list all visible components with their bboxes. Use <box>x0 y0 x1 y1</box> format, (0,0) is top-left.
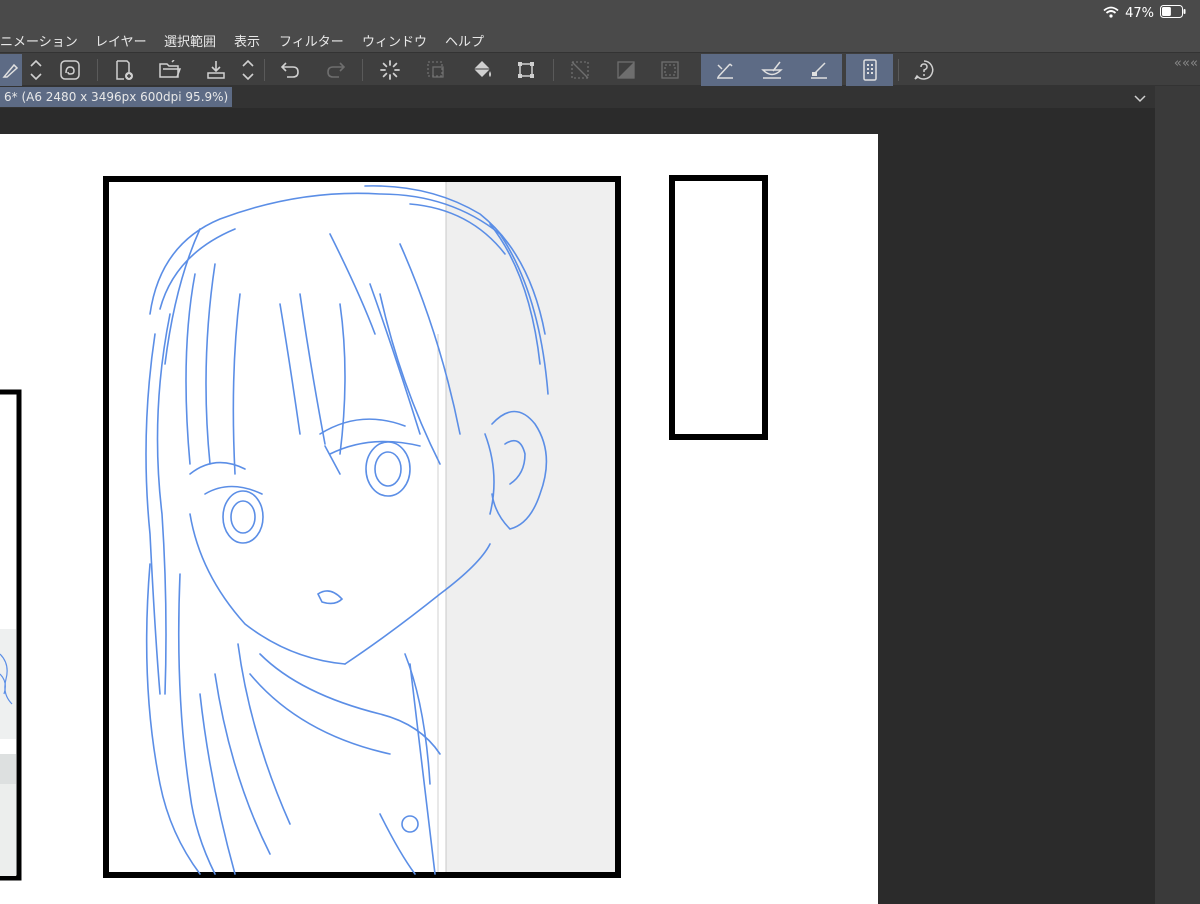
command-bar <box>0 52 1200 86</box>
tone-area-icon[interactable] <box>608 54 644 86</box>
menu-animation[interactable]: ニメーション <box>0 31 78 50</box>
transform-icon[interactable] <box>508 54 544 86</box>
menu-window[interactable]: ウィンドウ <box>362 31 427 50</box>
loading-spinner-icon[interactable] <box>372 54 408 86</box>
pen-tool-icon[interactable] <box>701 54 748 86</box>
left-partial-panel <box>0 389 22 881</box>
updown-icon[interactable] <box>26 54 46 86</box>
save-download-icon[interactable] <box>198 54 234 86</box>
battery-icon <box>1160 5 1186 22</box>
manga-page <box>0 134 878 904</box>
new-page-icon[interactable] <box>106 54 142 86</box>
manga-page-art <box>0 175 768 881</box>
open-folder-icon[interactable] <box>152 54 188 86</box>
status-bar: 47% <box>0 0 1200 26</box>
menu-view[interactable]: 表示 <box>234 31 260 50</box>
menu-layer[interactable]: レイヤー <box>95 31 147 50</box>
canvas-area[interactable] <box>0 108 1155 904</box>
small-right-panel <box>669 175 768 440</box>
document-tab-bar: 6* (A6 2480 x 3496px 600dpi 95.9%) <box>0 86 1155 108</box>
main-panel <box>103 176 621 878</box>
eraser-tool-icon[interactable] <box>795 54 842 86</box>
clear-outside-icon[interactable] <box>562 54 598 86</box>
redo-icon[interactable] <box>318 54 354 86</box>
brush-tool-icon[interactable] <box>748 54 795 86</box>
right-side-panel <box>1155 86 1200 904</box>
menu-filter[interactable]: フィルター <box>279 31 344 50</box>
device-icon[interactable] <box>846 54 893 86</box>
fill-bucket-icon[interactable] <box>464 54 500 86</box>
menu-bar: ニメーション レイヤー 選択範囲 表示 フィルター ウィンドウ ヘルプ <box>0 26 1200 52</box>
chevron-down-icon[interactable] <box>1133 89 1147 108</box>
updown-icon[interactable] <box>238 54 258 86</box>
panel-collapse-icon[interactable]: « « « <box>1174 56 1198 71</box>
menu-help[interactable]: ヘルプ <box>445 31 484 50</box>
menu-icon[interactable] <box>0 54 22 86</box>
document-tab[interactable]: 6* (A6 2480 x 3496px 600dpi 95.9%) <box>0 87 233 107</box>
cloud-sync-icon[interactable] <box>52 54 88 86</box>
help-icon[interactable] <box>906 54 942 86</box>
battery-status: 47% <box>1103 5 1186 22</box>
selection-frame-icon[interactable] <box>652 54 688 86</box>
menu-selection[interactable]: 選択範囲 <box>164 31 216 50</box>
select-all-icon[interactable] <box>418 54 454 86</box>
wifi-icon <box>1103 6 1119 22</box>
battery-percent: 47% <box>1125 6 1154 21</box>
undo-icon[interactable] <box>272 54 308 86</box>
